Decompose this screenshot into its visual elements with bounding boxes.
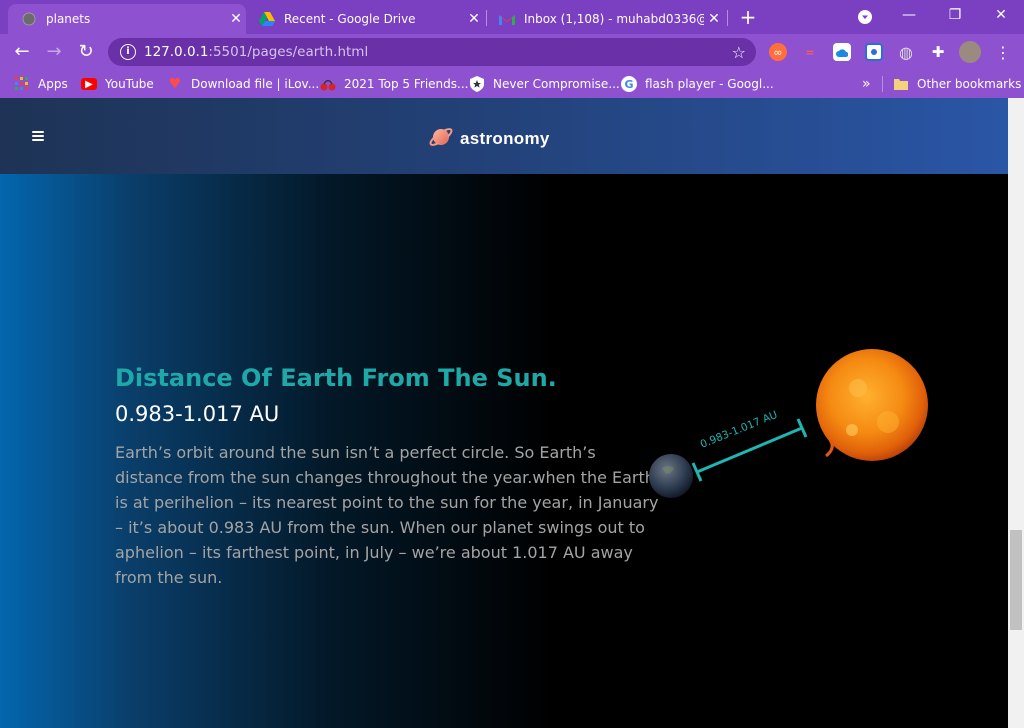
bookmark-label: Never Compromise... bbox=[493, 77, 620, 91]
folder-icon bbox=[893, 76, 909, 92]
planet-logo-icon bbox=[428, 124, 454, 154]
bookmark-flash-player[interactable]: G flash player - Googl... bbox=[621, 75, 774, 93]
google-drive-icon bbox=[259, 11, 275, 27]
site-logo[interactable]: astronomy bbox=[428, 124, 550, 154]
address-bar[interactable]: i 127.0.0.1:5501/pages/earth.html ☆ bbox=[108, 38, 756, 66]
shield-icon bbox=[469, 76, 485, 92]
page-scrollbar[interactable] bbox=[1008, 98, 1024, 728]
bookmark-label: Apps bbox=[38, 77, 68, 91]
back-button[interactable]: ← bbox=[8, 38, 36, 66]
minimize-button[interactable]: — bbox=[886, 4, 932, 30]
extension-infinity-icon[interactable]: ∞ bbox=[769, 43, 787, 61]
bookmarks-bar: Apps ▶ YouTube ♥ Download file | iLov...… bbox=[0, 70, 1024, 98]
close-tab-icon[interactable]: ✕ bbox=[464, 11, 484, 27]
globe-icon bbox=[21, 11, 37, 27]
bookmark-download-file[interactable]: ♥ Download file | iLov... bbox=[167, 75, 319, 93]
tab-planets[interactable]: planets ✕ bbox=[8, 4, 246, 34]
menu-kebab-icon[interactable]: ⋮ bbox=[994, 43, 1012, 62]
sun-image bbox=[816, 349, 928, 461]
tab-divider bbox=[727, 10, 728, 26]
close-window-button[interactable]: ✕ bbox=[978, 4, 1024, 30]
page-viewport: astronomy Distance Of Earth From The Sun… bbox=[0, 98, 1008, 728]
browser-toolbar: ← → ↻ i 127.0.0.1:5501/pages/earth.html … bbox=[0, 34, 1024, 70]
tab-strip: planets ✕ Recent - Google Drive ✕ Inbox … bbox=[0, 0, 1024, 34]
bookmark-never-compromise[interactable]: Never Compromise... bbox=[469, 75, 620, 93]
section-heading: Distance Of Earth From The Sun. bbox=[115, 364, 557, 392]
close-tab-icon[interactable]: ✕ bbox=[226, 11, 246, 27]
earth-image bbox=[649, 454, 693, 498]
tab-title: Inbox (1,108) - muhabd0336@gm bbox=[524, 12, 704, 26]
restore-button[interactable]: ❐ bbox=[932, 4, 978, 30]
bookmark-top-5-friends[interactable]: 2021 Top 5 Friends... bbox=[320, 75, 468, 93]
extension-cloud-icon[interactable] bbox=[833, 43, 851, 61]
section-paragraph: Earth’s orbit around the sun isn’t a per… bbox=[115, 443, 659, 587]
tab-search-button[interactable] bbox=[842, 4, 888, 30]
hamburger-menu-icon[interactable] bbox=[32, 131, 44, 141]
close-tab-icon[interactable]: ✕ bbox=[704, 11, 724, 27]
bookmark-label: flash player - Googl... bbox=[645, 77, 774, 91]
profile-avatar[interactable] bbox=[959, 41, 981, 63]
youtube-icon: ▶ bbox=[81, 78, 97, 90]
gmail-icon bbox=[499, 11, 515, 27]
heart-icon: ♥ bbox=[168, 76, 182, 92]
reload-button[interactable]: ↻ bbox=[72, 38, 100, 66]
bookmark-star-icon[interactable]: ☆ bbox=[732, 43, 746, 62]
url-text[interactable]: 127.0.0.1:5501/pages/earth.html bbox=[144, 44, 732, 60]
bookmarks-divider bbox=[882, 76, 883, 92]
bookmark-label: Other bookmarks bbox=[917, 77, 1022, 91]
earth-distance-section: Distance Of Earth From The Sun. 0.983-1.… bbox=[0, 174, 1008, 728]
tab-title: Recent - Google Drive bbox=[284, 12, 416, 26]
diagram-distance-label: 0.983-1.017 AU bbox=[699, 409, 780, 451]
extension-equals-icon[interactable]: = bbox=[801, 43, 819, 61]
bookmarks-overflow-button[interactable]: » bbox=[862, 75, 871, 93]
tab-title: planets bbox=[46, 12, 91, 26]
info-icon[interactable]: i bbox=[120, 44, 136, 60]
earth-sun-diagram: 0.983-1.017 AU bbox=[649, 349, 928, 498]
site-header: astronomy bbox=[0, 98, 1008, 174]
google-icon: G bbox=[621, 76, 637, 92]
bookmark-apps[interactable]: Apps bbox=[14, 75, 68, 93]
logo-text: astronomy bbox=[460, 129, 550, 148]
extension-globe-icon[interactable]: ◍ bbox=[897, 43, 915, 62]
apps-grid-icon bbox=[14, 76, 30, 92]
new-tab-button[interactable]: + bbox=[736, 6, 760, 30]
tab-gmail[interactable]: Inbox (1,108) - muhabd0336@gm ✕ bbox=[486, 4, 724, 34]
extensions-puzzle-icon[interactable]: ✚ bbox=[929, 43, 947, 61]
bookmark-label: YouTube bbox=[105, 77, 154, 91]
forward-button[interactable]: → bbox=[40, 38, 68, 66]
tab-google-drive[interactable]: Recent - Google Drive ✕ bbox=[246, 4, 484, 34]
distance-value: 0.983-1.017 AU bbox=[115, 402, 280, 426]
bookmark-youtube[interactable]: ▶ YouTube bbox=[81, 75, 154, 93]
cherry-icon bbox=[320, 76, 336, 92]
bookmark-other-bookmarks[interactable]: Other bookmarks bbox=[893, 75, 1021, 93]
scrollbar-thumb[interactable] bbox=[1010, 530, 1022, 630]
bookmark-label: Download file | iLov... bbox=[191, 77, 320, 91]
bookmark-label: 2021 Top 5 Friends... bbox=[344, 77, 469, 91]
extension-screen-icon[interactable] bbox=[865, 43, 883, 61]
